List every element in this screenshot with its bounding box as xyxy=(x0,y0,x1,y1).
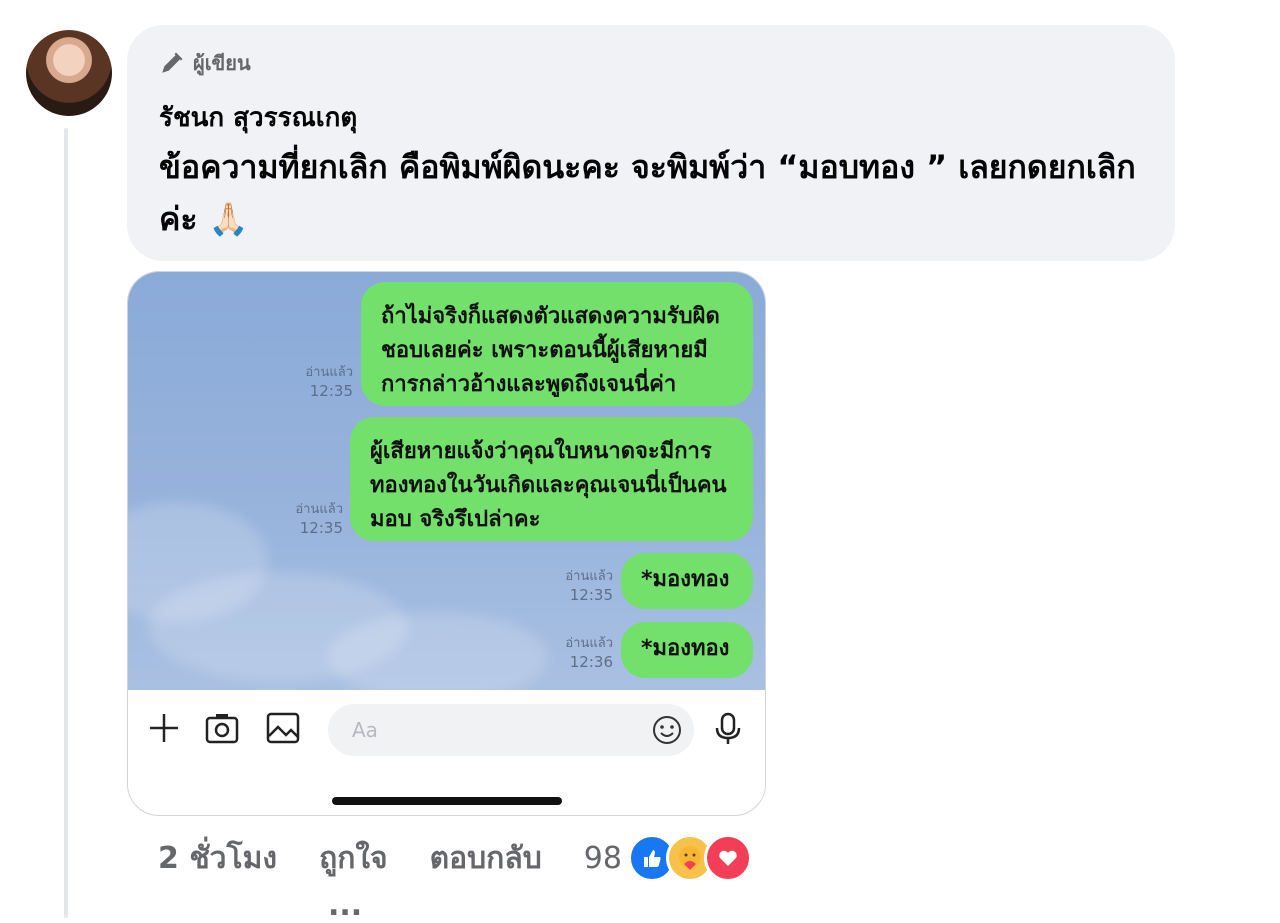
message-input-placeholder: Aa xyxy=(352,718,378,742)
chat-message: ถ้าไม่จริงก็แสดงตัวแสดงความรับผิดชอบเลยค… xyxy=(361,282,753,406)
thread-line xyxy=(64,128,68,918)
chat-area: ถ้าไม่จริงก็แสดงตัวแสดงความรับผิดชอบเลยค… xyxy=(128,272,765,702)
reaction-count[interactable]: 98 xyxy=(584,841,622,876)
microphone-icon[interactable] xyxy=(713,712,743,746)
chat-message: *มองทอง xyxy=(621,553,753,609)
comment-bubble: ผู้เขียน รัชนก สุวรรณเกตุ ข้อความที่ยกเล… xyxy=(127,25,1175,261)
read-receipt: อ่านแล้ว 12:35 xyxy=(305,365,353,400)
message-input[interactable]: Aa xyxy=(328,704,694,756)
author-badge-label: ผู้เขียน xyxy=(193,51,251,75)
chat-message: ผู้เสียหายแจ้งว่าคุณใบหนาดจะมีการทองทองใ… xyxy=(350,417,753,541)
like-button[interactable]: ถูกใจ xyxy=(319,835,388,882)
love-icon xyxy=(703,834,752,882)
comment-time[interactable]: 2 ชั่วโมง xyxy=(158,835,277,882)
comment-text: ข้อความที่ยกเลิก คือพิมพ์ผิดนะคะ จะพิมพ์… xyxy=(159,148,1136,238)
comment-actions: 2 ชั่วโมง ถูกใจ ตอบกลับ 98 xyxy=(158,834,752,882)
emoji-icon[interactable] xyxy=(652,715,682,745)
image-icon[interactable] xyxy=(266,712,300,744)
reaction-icons[interactable] xyxy=(627,834,752,882)
home-indicator xyxy=(332,797,562,805)
read-receipt: อ่านแล้ว 12:35 xyxy=(565,569,613,604)
read-receipt: อ่านแล้ว 12:36 xyxy=(565,636,613,671)
author-badge: ผู้เขียน xyxy=(159,47,251,79)
pen-icon xyxy=(162,52,183,73)
attached-screenshot[interactable]: ถ้าไม่จริงก็แสดงตัวแสดงความรับผิดชอบเลยค… xyxy=(127,271,766,816)
reply-button[interactable]: ตอบกลับ xyxy=(430,835,542,882)
read-receipt: อ่านแล้ว 12:35 xyxy=(295,502,343,537)
author-avatar[interactable] xyxy=(26,30,112,116)
plus-icon[interactable] xyxy=(148,712,180,744)
camera-icon[interactable] xyxy=(205,712,239,744)
chat-message: *มองทอง xyxy=(621,622,753,678)
truncated-text: ... xyxy=(328,888,363,923)
author-name[interactable]: รัชนก สุวรรณเกตุ xyxy=(159,97,357,138)
